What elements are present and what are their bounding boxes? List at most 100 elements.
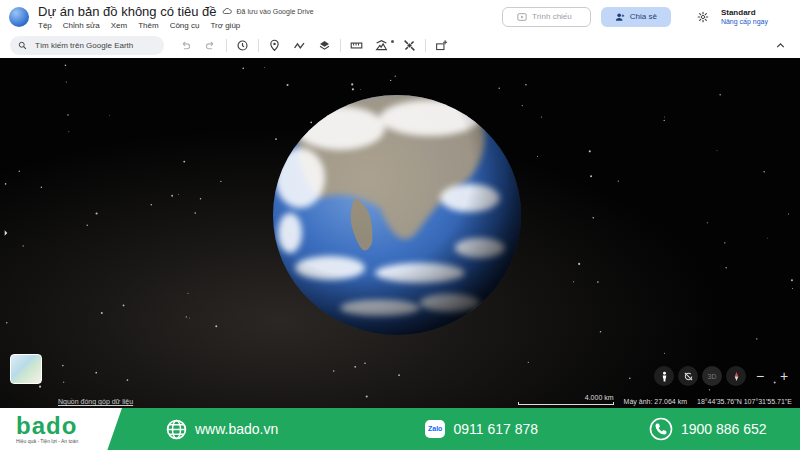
star	[597, 281, 599, 283]
star	[537, 156, 538, 157]
menu-item[interactable]: Tệp	[38, 21, 52, 30]
star	[499, 88, 500, 89]
star	[287, 84, 289, 86]
globe-view[interactable]: 3D −+ Nguồn đóng góp dữ liệu 4.000 km Máy ản…	[0, 58, 800, 408]
zoom-out-button[interactable]: −	[750, 366, 770, 386]
contact-link[interactable]: 1900 886 652	[649, 417, 767, 441]
side-panel-toggle-icon[interactable]	[4, 230, 8, 236]
layers-icon[interactable]	[318, 39, 331, 52]
star	[351, 83, 353, 85]
earth-globe[interactable]	[273, 91, 521, 335]
scale-label: 4.000 km	[585, 394, 614, 402]
menu-item[interactable]: Trợ giúp	[210, 21, 240, 30]
data-attribution-link[interactable]: Nguồn đóng góp dữ liệu	[58, 398, 133, 405]
zoom-in-button[interactable]: +	[774, 366, 794, 386]
pegman-button[interactable]	[654, 366, 674, 386]
view-controls: 3D −+	[654, 366, 794, 386]
ruler-icon[interactable]	[350, 39, 363, 52]
menu-bar: Tệp Chỉnh sửa Xem Thêm Công cụ Trợ giúp	[38, 21, 314, 30]
star	[352, 88, 354, 90]
star	[200, 198, 202, 200]
history-icon[interactable]	[236, 39, 249, 52]
star	[95, 372, 97, 374]
compass-button[interactable]	[726, 366, 746, 386]
3d-toggle-button[interactable]: 3D	[702, 366, 722, 386]
star	[19, 171, 20, 172]
star	[590, 175, 592, 177]
star	[87, 225, 88, 226]
star	[101, 312, 103, 314]
star	[63, 382, 64, 383]
cloud-saved-icon	[222, 7, 232, 15]
contact-link[interactable]: www.bado.vn	[166, 419, 425, 440]
present-button[interactable]: Trình chiếu	[502, 7, 591, 27]
star	[664, 120, 665, 121]
title-block: Dự án bản đồ không có tiêu đềĐã lưu vào …	[35, 4, 314, 30]
star	[333, 370, 335, 372]
star	[364, 362, 366, 364]
phone-icon	[649, 417, 673, 441]
camera-altitude: Máy ảnh: 27.064 km	[624, 398, 687, 405]
star	[707, 222, 708, 223]
account-plan[interactable]: StandardNâng cấp ngay	[721, 8, 792, 26]
star	[66, 81, 67, 82]
redo-icon[interactable]	[204, 39, 217, 52]
star	[123, 305, 125, 307]
upgrade-link[interactable]: Nâng cấp ngay	[721, 17, 768, 26]
placemark-icon[interactable]	[268, 39, 281, 52]
star	[541, 116, 542, 117]
star	[220, 181, 221, 182]
star	[528, 362, 529, 363]
star	[5, 183, 7, 185]
satellite-icon[interactable]	[403, 39, 416, 52]
contact-label: 0911 617 878	[453, 421, 538, 437]
contact-label: 1900 886 652	[681, 421, 767, 437]
star	[724, 242, 725, 243]
project-title[interactable]: Dự án bản đồ không có tiêu đề	[38, 4, 217, 19]
star	[188, 317, 190, 319]
star	[525, 84, 526, 85]
path-icon[interactable]	[293, 39, 306, 52]
star	[194, 212, 196, 214]
map-style-thumbnail[interactable]	[10, 354, 42, 384]
star	[62, 365, 64, 367]
search-field[interactable]: Tìm kiếm trên Google Earth	[10, 36, 164, 55]
earth-logo-icon[interactable]	[9, 7, 29, 27]
star	[68, 131, 70, 133]
share-label: Chia sẻ	[630, 12, 657, 21]
star	[151, 204, 153, 206]
map-style-icon[interactable]	[375, 39, 388, 52]
star	[390, 80, 391, 81]
bado-tagline: Hiệu quả - Tiện lợi - An toàn	[16, 438, 122, 444]
zalo-icon: Zalo	[425, 420, 445, 438]
rotation-lock-button[interactable]	[678, 366, 698, 386]
star	[366, 395, 368, 397]
star	[664, 116, 666, 118]
star	[242, 68, 244, 70]
rotation-off-icon	[683, 371, 694, 382]
space-canvas[interactable]	[0, 58, 800, 408]
share-button[interactable]: Chia sẻ	[601, 7, 671, 27]
contact-links: www.bado.vnZalo 0911 617 878 1900 886 652	[122, 408, 800, 450]
pegman-icon	[659, 371, 670, 382]
star	[275, 138, 277, 140]
bado-footer: badoHiệu quả - Tiện lợi - An toànwww.bad…	[0, 408, 800, 450]
menu-item[interactable]: Công cụ	[170, 21, 200, 30]
star	[188, 293, 189, 294]
star	[792, 288, 793, 289]
add-project-icon[interactable]	[435, 39, 448, 52]
bado-logo-text: bado	[16, 414, 122, 438]
star	[395, 76, 396, 77]
collapse-chevron-icon[interactable]	[774, 39, 787, 52]
scale-line	[518, 402, 614, 405]
slideshow-icon	[517, 12, 527, 22]
contact-link[interactable]: Zalo 0911 617 878	[425, 420, 649, 438]
undo-icon[interactable]	[179, 39, 192, 52]
menu-item[interactable]: Xem	[111, 21, 127, 30]
bado-brand[interactable]: badoHiệu quả - Tiện lợi - An toàn	[0, 408, 122, 450]
star	[67, 114, 68, 115]
search-icon	[18, 41, 27, 50]
settings-gear-icon[interactable]	[697, 11, 709, 23]
menu-item[interactable]: Chỉnh sửa	[63, 21, 100, 30]
menu-item[interactable]: Thêm	[138, 21, 158, 30]
